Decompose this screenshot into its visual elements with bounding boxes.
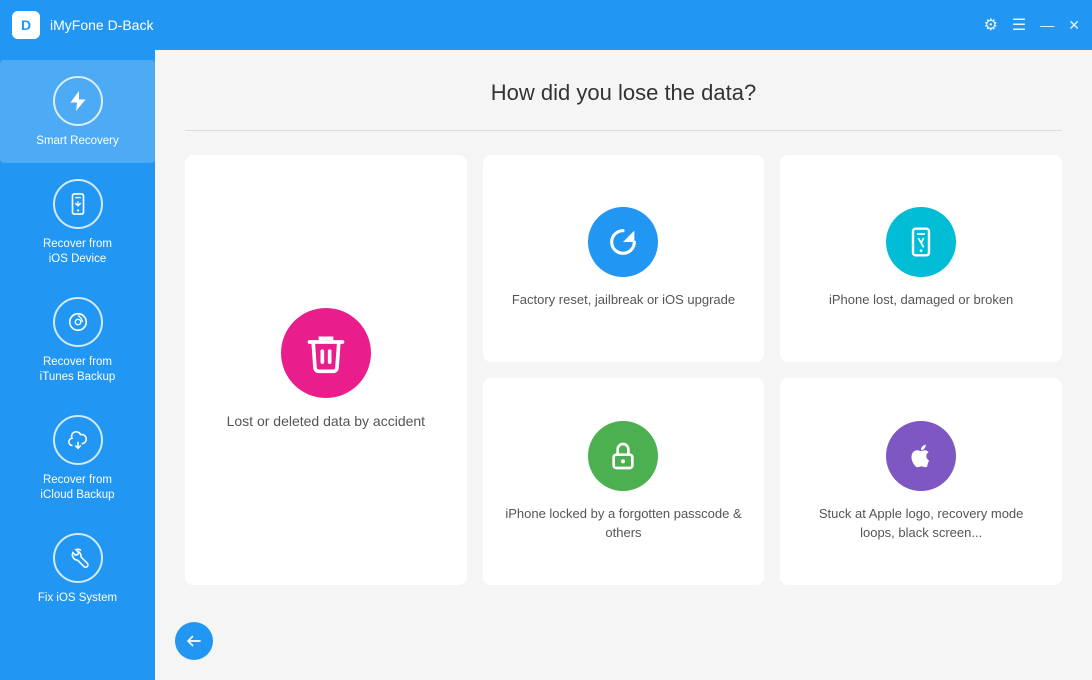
main-layout: Smart Recovery Recover fromiOS Device: [0, 50, 1092, 680]
app-title: iMyFone D-Back: [50, 17, 153, 33]
page-title: How did you lose the data?: [185, 80, 1062, 106]
content-area: How did you lose the data? Lost or delet…: [155, 50, 1092, 680]
lost-deleted-icon-circle: [281, 308, 371, 398]
back-button[interactable]: [175, 622, 213, 660]
card-apple-logo-label: Stuck at Apple logo, recovery mode loops…: [800, 505, 1042, 541]
card-iphone-locked-label: iPhone locked by a forgotten passcode & …: [503, 505, 745, 541]
card-lost-deleted[interactable]: Lost or deleted data by accident: [185, 155, 467, 585]
iphone-lost-icon: [886, 207, 956, 277]
app-logo: D: [12, 11, 40, 39]
sidebar-item-fix-ios[interactable]: Fix iOS System: [0, 517, 155, 620]
smart-recovery-icon: [53, 76, 103, 126]
card-factory-reset[interactable]: Factory reset, jailbreak or iOS upgrade: [483, 155, 765, 362]
fix-ios-icon: [53, 533, 103, 583]
title-bar: D iMyFone D-Back ⚙ ☰ — ✕: [0, 0, 1092, 50]
sidebar-item-smart-recovery[interactable]: Smart Recovery: [0, 60, 155, 163]
iphone-locked-icon: [588, 421, 658, 491]
card-apple-logo[interactable]: Stuck at Apple logo, recovery mode loops…: [780, 378, 1062, 585]
sidebar-item-recover-icloud[interactable]: Recover fromiCloud Backup: [0, 399, 155, 517]
sidebar-item-label-recover-icloud: Recover fromiCloud Backup: [40, 473, 114, 503]
window-controls: ⚙ ☰ — ✕: [984, 15, 1080, 35]
card-factory-reset-label: Factory reset, jailbreak or iOS upgrade: [512, 291, 735, 309]
recover-icloud-icon: [53, 415, 103, 465]
cards-grid: Lost or deleted data by accident Factory…: [185, 155, 1062, 585]
divider: [185, 130, 1062, 131]
sidebar-item-recover-itunes[interactable]: Recover fromiTunes Backup: [0, 281, 155, 399]
settings-icon[interactable]: ⚙: [984, 15, 998, 35]
card-iphone-lost-label: iPhone lost, damaged or broken: [829, 291, 1013, 309]
sidebar-item-label-recover-itunes: Recover fromiTunes Backup: [40, 355, 116, 385]
sidebar-item-label-fix-ios: Fix iOS System: [38, 591, 117, 606]
menu-icon[interactable]: ☰: [1012, 15, 1026, 35]
sidebar-item-label-recover-ios: Recover fromiOS Device: [43, 237, 112, 267]
sidebar: Smart Recovery Recover fromiOS Device: [0, 50, 155, 680]
minimize-button[interactable]: —: [1040, 17, 1054, 33]
card-lost-deleted-label: Lost or deleted data by accident: [227, 412, 425, 432]
card-iphone-locked[interactable]: iPhone locked by a forgotten passcode & …: [483, 378, 765, 585]
sidebar-item-label-smart-recovery: Smart Recovery: [36, 134, 118, 149]
apple-logo-icon: [886, 421, 956, 491]
sidebar-item-recover-ios[interactable]: Recover fromiOS Device: [0, 163, 155, 281]
factory-reset-icon: [588, 207, 658, 277]
recover-ios-icon: [53, 179, 103, 229]
close-button[interactable]: ✕: [1068, 17, 1080, 34]
recover-itunes-icon: [53, 297, 103, 347]
card-iphone-lost[interactable]: iPhone lost, damaged or broken: [780, 155, 1062, 362]
